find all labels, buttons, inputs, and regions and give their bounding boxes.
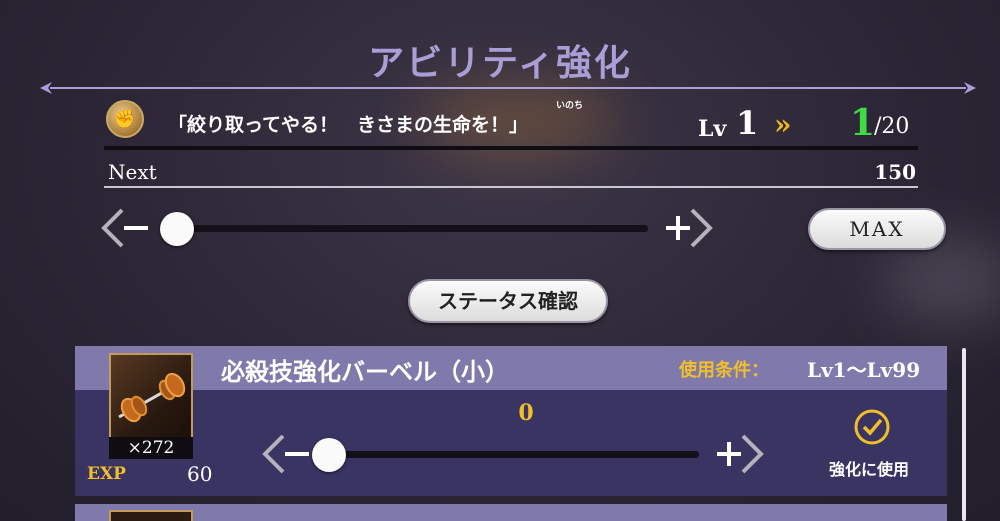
- title-divider: [40, 82, 976, 94]
- level-prefix: Lv: [698, 116, 727, 142]
- arrow-minus-icon[interactable]: [261, 432, 313, 476]
- status-check-button[interactable]: ステータス確認: [408, 279, 608, 323]
- arrow-plus-icon[interactable]: [713, 432, 767, 476]
- current-level: 1: [736, 104, 759, 142]
- item-card: 必殺技強化バーベル（小） 使用条件： Lv1～Lv99 ×272 EXP 60 …: [75, 346, 947, 496]
- item-count: ×272: [109, 437, 193, 459]
- ability-name: 「絞り取ってやる！ きさまの生命を！」: [168, 114, 529, 136]
- check-circle-icon[interactable]: [853, 408, 891, 446]
- use-quantity: 0: [518, 400, 534, 426]
- ability-row: ✊ いのち 「絞り取ってやる！ きさまの生命を！」 Lv 1 » 1 /20: [104, 96, 918, 148]
- scrollbar[interactable]: [962, 348, 966, 521]
- level-slider-track[interactable]: [160, 225, 648, 232]
- item-slider-track[interactable]: [321, 451, 699, 458]
- item-name: 必殺技強化バーベル（小）: [221, 357, 509, 386]
- next-exp-value: 150: [874, 160, 916, 184]
- usage-condition-value: Lv1～Lv99: [807, 358, 921, 382]
- divider: [104, 186, 918, 188]
- item-slider-knob[interactable]: [312, 438, 346, 472]
- max-button[interactable]: MAX: [808, 208, 946, 250]
- arrow-minus-icon[interactable]: [100, 206, 152, 250]
- item-header: 必殺技強化バーベル（小） 使用条件： Lv1～Lv99: [75, 346, 947, 390]
- item-card: [75, 504, 947, 521]
- background-glow: [880, 240, 1000, 320]
- exp-label: EXP: [87, 464, 126, 484]
- level-slider-knob[interactable]: [160, 212, 194, 246]
- screen-title: アビリティ強化: [368, 42, 632, 84]
- fist-emblem-icon: ✊: [106, 100, 144, 138]
- exp-value: 60: [187, 462, 213, 486]
- next-exp-label: Next: [108, 160, 157, 184]
- new-level: 1: [850, 102, 876, 144]
- barbell-icon: [109, 353, 193, 443]
- max-level: /20: [874, 114, 910, 139]
- divider: [104, 146, 918, 150]
- arrow-plus-icon[interactable]: [662, 206, 716, 250]
- item-thumbnail: [109, 510, 193, 521]
- ability-name-ruby: いのち: [556, 101, 584, 111]
- use-for-enhance-label[interactable]: 強化に使用: [829, 456, 909, 480]
- double-chevron-right-icon: »: [774, 108, 791, 141]
- usage-condition-label: 使用条件：: [679, 360, 769, 381]
